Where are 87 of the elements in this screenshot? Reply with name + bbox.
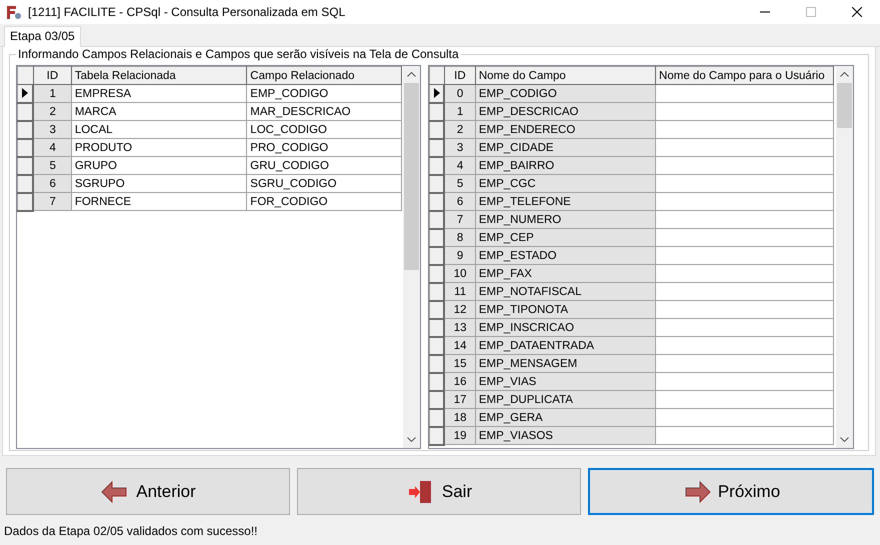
table-cell: EMP_FAX [475, 264, 656, 282]
column-header[interactable]: Nome do Campo para o Usuário [656, 66, 834, 84]
table-cell: EMP_ESTADO [475, 246, 656, 264]
table-cell: 14 [444, 336, 476, 354]
table-cell: 17 [444, 390, 476, 408]
table-cell: FORNECE [71, 192, 247, 210]
table-cell: 3 [444, 138, 476, 156]
scrollbar[interactable] [403, 66, 420, 448]
table-cell: EMP_CIDADE [475, 138, 656, 156]
table-cell: 15 [444, 354, 476, 372]
table-cell: SGRUPO [71, 174, 247, 192]
table-cell: MAR_DESCRICAO [246, 102, 402, 120]
table-cell: 3 [33, 120, 72, 138]
table-cell: EMP_DESCRICAO [475, 102, 656, 120]
table-cell: EMP_NOTAFISCAL [475, 282, 656, 300]
table-cell: EMPRESA [71, 84, 247, 102]
close-icon [852, 7, 862, 17]
corner-header [430, 66, 444, 84]
table-cell: EMP_INSCRICAO [475, 318, 656, 336]
nav-button[interactable]: Sair [297, 468, 581, 515]
table-cell: 6 [444, 192, 476, 210]
table-cell: EMP_NUMERO [475, 210, 656, 228]
table-cell: 2 [33, 102, 72, 120]
table-cell: 13 [444, 318, 476, 336]
table-cell: MARCA [71, 102, 247, 120]
table-cell: PRO_CODIGO [246, 138, 402, 156]
table-cell: 10 [444, 264, 476, 282]
table-cell: EMP_MENSAGEM [475, 354, 656, 372]
table-cell: PRODUTO [71, 138, 247, 156]
table-cell: 5 [444, 174, 476, 192]
table-cell: GRU_CODIGO [246, 156, 402, 174]
table-cell: 9 [444, 246, 476, 264]
table-cell: 19 [444, 426, 476, 444]
app-logo-icon [6, 4, 22, 20]
nav-button[interactable]: Próximo [588, 468, 874, 515]
table-cell: EMP_CEP [475, 228, 656, 246]
status-text: Dados da Etapa 02/05 validados com sucesso!! [3, 523, 258, 540]
table-cell: EMP_GERA [475, 408, 656, 426]
corner-header [18, 66, 34, 84]
table-cell: GRUPO [71, 156, 247, 174]
table-cell: 1 [33, 84, 72, 102]
table-cell: 7 [33, 192, 72, 210]
row-indicator[interactable] [430, 84, 444, 102]
table-cell: LOCAL [71, 120, 247, 138]
table-cell: 4 [444, 156, 476, 174]
table-cell: EMP_CODIGO [246, 84, 402, 102]
maximize-icon [806, 7, 816, 17]
table-cell: EMP_CODIGO [475, 84, 656, 102]
column-header[interactable]: Nome do Campo [475, 66, 656, 84]
current-row-icon [433, 88, 441, 98]
table-cell: 8 [444, 228, 476, 246]
table-cell: EMP_TIPONOTA [475, 300, 656, 318]
table-cell: FOR_CODIGO [246, 192, 402, 210]
column-header[interactable]: ID [444, 66, 476, 84]
table-cell: 5 [33, 156, 72, 174]
table-cell: EMP_DUPLICATA [475, 390, 656, 408]
nav-button[interactable]: Anterior [6, 468, 290, 515]
table-cell: 4 [33, 138, 72, 156]
row-indicator[interactable] [18, 84, 34, 102]
tab[interactable]: Etapa 03/05 [4, 26, 81, 47]
column-header[interactable]: ID [33, 66, 72, 84]
scroll-thumb[interactable] [404, 83, 419, 270]
table-cell: 1 [444, 102, 476, 120]
table-cell: 11 [444, 282, 476, 300]
scroll-thumb[interactable] [837, 83, 852, 128]
table-cell: EMP_VIAS [475, 372, 656, 390]
table-cell: SGRU_CODIGO [246, 174, 402, 192]
table-cell: EMP_TELEFONE [475, 192, 656, 210]
table-cell: 7 [444, 210, 476, 228]
table-cell: EMP_VIASOS [475, 426, 656, 444]
column-header[interactable]: Tabela Relacionada [71, 66, 247, 84]
table-cell: 2 [444, 120, 476, 138]
table-cell: 16 [444, 372, 476, 390]
table-cell: LOC_CODIGO [246, 120, 402, 138]
group-caption: Informando Campos Relacionais e Campos que serão visíveis na Tela de Consulta [16, 47, 461, 62]
table-cell: EMP_CGC [475, 174, 656, 192]
table-cell: EMP_BAIRRO [475, 156, 656, 174]
table-cell: 6 [33, 174, 72, 192]
table-cell: EMP_DATAENTRADA [475, 336, 656, 354]
table-cell: 0 [444, 84, 476, 102]
table-cell: 18 [444, 408, 476, 426]
column-header[interactable]: Campo Relacionado [246, 66, 402, 84]
window-title: [1211] FACILITE - CPSql - Consulta Personalizada em SQL [28, 4, 346, 21]
table-cell: 12 [444, 300, 476, 318]
scrollbar[interactable] [836, 66, 853, 448]
table-cell: EMP_ENDERECO [475, 120, 656, 138]
current-row-icon [21, 88, 29, 98]
